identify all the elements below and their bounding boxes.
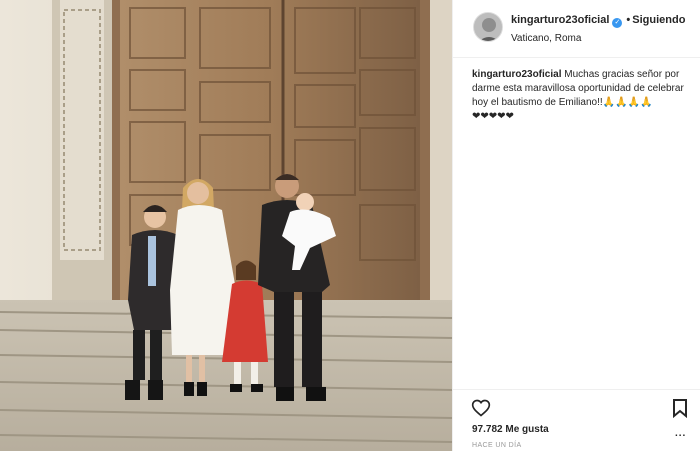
- likes-count[interactable]: 97.782 Me gusta: [472, 424, 549, 435]
- family-photo-illustration: [0, 0, 452, 451]
- username-link[interactable]: kingarturo23oficial: [511, 14, 609, 26]
- heart-icon-svg: [471, 399, 491, 417]
- heart-icon[interactable]: [471, 398, 491, 418]
- bookmark-icon[interactable]: [671, 398, 689, 419]
- post-header: kingarturo23oficial ✓ • Siguiendo Vaticano,…: [453, 0, 700, 58]
- post-photo[interactable]: [0, 0, 452, 451]
- bookmark-icon-svg: [673, 399, 687, 419]
- avatar-image: [474, 13, 502, 41]
- location-link[interactable]: Vaticano, Roma: [511, 33, 581, 44]
- post-timestamp: HACE UN DÍA: [472, 442, 522, 449]
- post-caption: kingarturo23oficial Muchas gracias señor…: [472, 68, 692, 124]
- caption-username-link[interactable]: kingarturo23oficial: [472, 69, 561, 80]
- following-button[interactable]: Siguiendo: [632, 14, 685, 26]
- separator-dot: •: [626, 14, 631, 26]
- avatar[interactable]: [473, 12, 503, 42]
- post-side-panel: kingarturo23oficial ✓ • Siguiendo Vaticano,…: [452, 0, 700, 451]
- more-options-button[interactable]: ...: [675, 428, 686, 439]
- verified-badge-icon: ✓: [612, 18, 623, 28]
- caption-hearts: ❤︎❤︎❤︎❤︎❤︎: [472, 111, 514, 122]
- post-actions: 97.782 Me gusta HACE UN DÍA ...: [453, 389, 700, 451]
- header-user-line: kingarturo23oficial ✓ • Siguiendo: [511, 14, 685, 28]
- instagram-post: kingarturo23oficial ✓ • Siguiendo Vaticano,…: [0, 0, 700, 451]
